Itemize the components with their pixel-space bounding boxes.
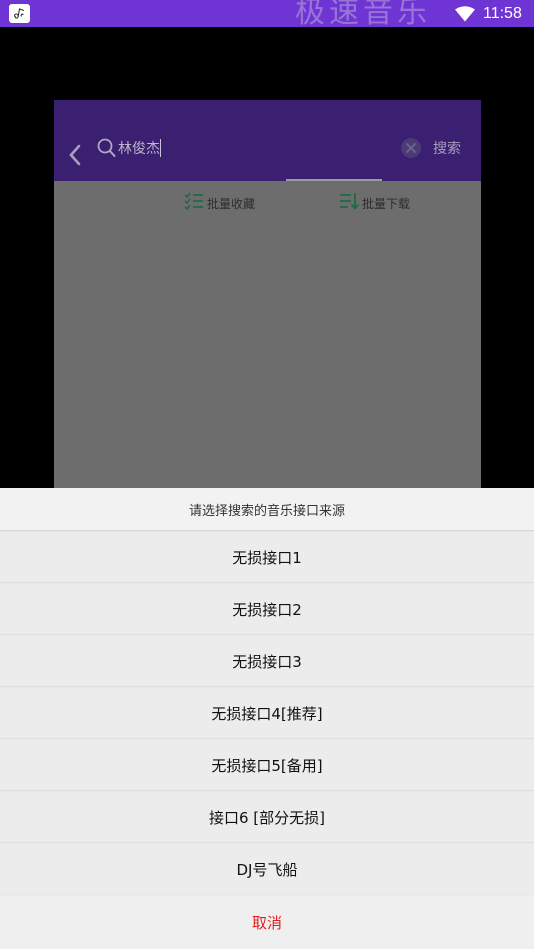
cancel-button[interactable]: 取消 — [0, 896, 534, 949]
option-dj-spaceship[interactable]: DJ号飞船 — [0, 844, 534, 895]
batch-collect-label: 批量收藏 — [207, 196, 256, 211]
text-cursor — [160, 139, 161, 157]
search-dialog: 搜索 批量收藏 批量下载 — [54, 100, 481, 500]
option-source-6-partial-lossless[interactable]: 接口6 [部分无损] — [0, 792, 534, 843]
sheet-title: 请选择搜索的音乐接口来源 — [0, 488, 534, 531]
ghost-app-name: 极速音乐 — [295, 0, 431, 27]
status-bar: 极速音乐 11:58 — [0, 0, 534, 27]
batch-collect-button[interactable]: 批量收藏 — [184, 192, 255, 214]
download-list-icon — [339, 192, 360, 214]
option-lossless-1[interactable]: 无损接口1 — [0, 532, 534, 583]
source-selection-sheet: 请选择搜索的音乐接口来源 无损接口1 无损接口2 无损接口3 无损接口4[推荐]… — [0, 488, 534, 949]
music-note-icon — [9, 4, 30, 23]
checklist-icon — [184, 192, 204, 214]
search-button[interactable]: 搜索 — [433, 138, 461, 158]
search-input[interactable] — [118, 137, 378, 159]
clear-icon[interactable] — [400, 137, 422, 163]
wifi-icon — [455, 6, 475, 26]
option-lossless-2[interactable]: 无损接口2 — [0, 584, 534, 635]
tab-indicator — [286, 179, 382, 181]
back-arrow-icon[interactable] — [68, 144, 82, 170]
status-clock: 11:58 — [483, 5, 522, 22]
search-toolbar: 搜索 — [54, 100, 481, 181]
batch-download-label: 批量下载 — [362, 196, 411, 211]
search-icon — [97, 137, 117, 163]
batch-download-button[interactable]: 批量下载 — [339, 192, 410, 214]
option-lossless-5-backup[interactable]: 无损接口5[备用] — [0, 740, 534, 791]
option-lossless-3[interactable]: 无损接口3 — [0, 636, 534, 687]
option-lossless-4-recommended[interactable]: 无损接口4[推荐] — [0, 688, 534, 739]
